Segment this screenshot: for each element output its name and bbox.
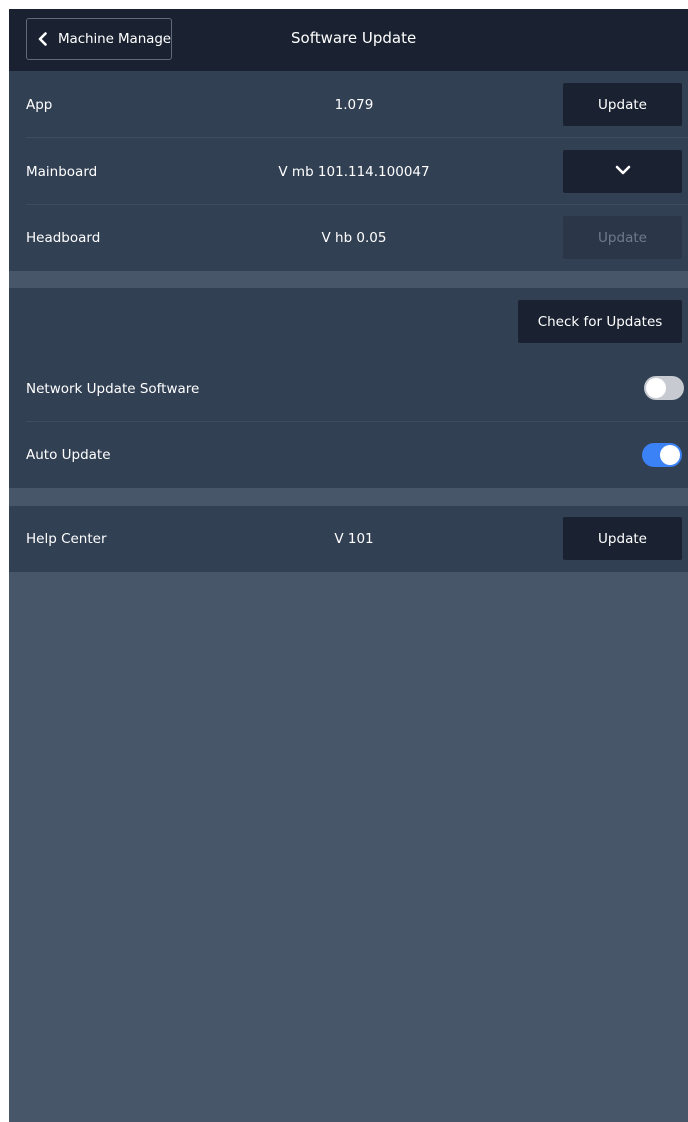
auto-update-row: Auto Update xyxy=(9,422,688,488)
software-update-screen: Machine Manage Software Update App 1.079… xyxy=(9,9,688,1122)
check-for-updates-button[interactable]: Check for Updates xyxy=(518,300,682,343)
network-update-label: Network Update Software xyxy=(26,380,200,397)
mainboard-expand-button[interactable] xyxy=(563,150,682,193)
app-row: App 1.079 Update xyxy=(9,71,688,138)
toggle-knob xyxy=(646,378,666,398)
firmware-section: App 1.079 Update Mainboard V mb 101.114.… xyxy=(9,71,688,271)
toggle-knob xyxy=(660,445,680,465)
back-button-label: Machine Manage xyxy=(57,31,171,47)
header-bar: Machine Manage Software Update xyxy=(9,9,688,71)
network-update-row: Network Update Software xyxy=(9,355,688,422)
help-center-update-button[interactable]: Update xyxy=(563,517,682,560)
headboard-update-button[interactable]: Update xyxy=(563,216,682,259)
headboard-row: Headboard V hb 0.05 Update xyxy=(9,205,688,271)
help-center-section: Help Center V 101 Update xyxy=(9,506,688,572)
mainboard-row: Mainboard V mb 101.114.100047 xyxy=(9,138,688,205)
auto-update-label: Auto Update xyxy=(26,447,111,463)
help-center-row: Help Center V 101 Update xyxy=(9,506,688,572)
chevron-down-icon xyxy=(615,164,631,180)
back-button[interactable]: Machine Manage xyxy=(26,18,172,60)
network-update-toggle[interactable] xyxy=(644,376,684,400)
page-title: Software Update xyxy=(291,29,417,47)
app-update-button[interactable]: Update xyxy=(563,83,682,126)
update-settings-section: Check for Updates Network Update Softwar… xyxy=(9,288,688,488)
chevron-left-icon xyxy=(32,27,55,51)
auto-update-toggle[interactable] xyxy=(642,443,682,467)
